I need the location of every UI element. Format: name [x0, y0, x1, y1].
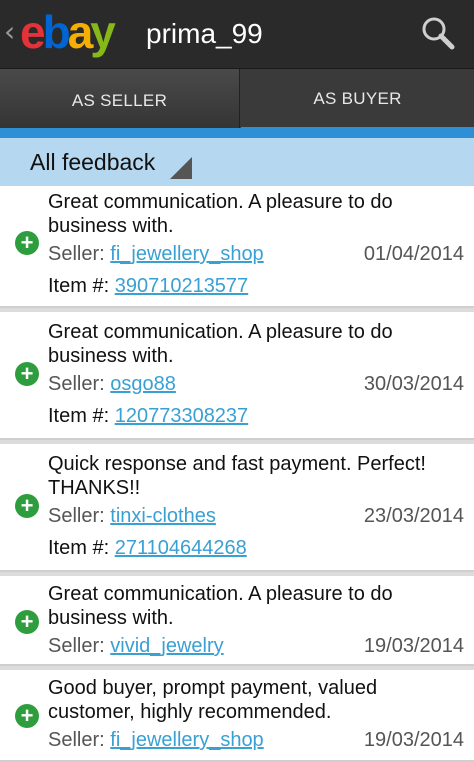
seller-label: Seller: [48, 505, 105, 527]
feedback-item[interactable]: + Great communication. A pleasure to do … [0, 312, 474, 440]
account-username: prima_99 [146, 18, 263, 49]
seller-row: Seller: fi_jewellery_shop [48, 242, 264, 266]
action-bar: ‹ ebay prima_99 [0, 0, 474, 68]
seller-link[interactable]: vivid_jewelry [110, 635, 223, 657]
seller-link[interactable]: fi_jewellery_shop [110, 729, 263, 751]
filter-selected-value: All feedback [30, 149, 156, 175]
feedback-date: 19/03/2014 [363, 635, 464, 657]
feedback-comment: Good buyer, prompt payment, valued custo… [48, 677, 378, 723]
item-row: Item #: 390710213577 [48, 274, 248, 298]
seller-link[interactable]: osgo88 [110, 373, 176, 395]
positive-feedback-icon: + [15, 494, 39, 518]
feedback-tabs: AS SELLER AS BUYER [0, 68, 474, 137]
feedback-comment: Great communication. A pleasure to do bu… [48, 321, 393, 367]
feedback-date: 01/04/2014 [363, 243, 464, 265]
seller-link[interactable]: fi_jewellery_shop [110, 243, 263, 265]
seller-row: Seller: vivid_jewelry [48, 634, 224, 658]
positive-feedback-icon: + [15, 231, 39, 255]
feedback-date: 19/03/2014 [363, 729, 464, 751]
item-number-link[interactable]: 271104644268 [115, 537, 247, 559]
item-label: Item #: [48, 537, 110, 559]
seller-row: Seller: osgo88 [48, 372, 176, 396]
item-number-link[interactable]: 120773308237 [115, 405, 248, 427]
item-label: Item #: [48, 405, 110, 427]
feedback-item[interactable]: + Quick response and fast payment. Perfe… [0, 444, 474, 572]
feedback-item[interactable]: + Great communication. A pleasure to do … [0, 186, 474, 308]
seller-row: Seller: tinxi-clothes [48, 504, 216, 528]
dropdown-corner-icon [170, 157, 192, 179]
ebay-logo[interactable]: ebay [20, 6, 136, 58]
search-icon[interactable] [418, 14, 458, 54]
seller-label: Seller: [48, 635, 105, 657]
seller-label: Seller: [48, 373, 105, 395]
feedback-date: 30/03/2014 [363, 373, 464, 395]
positive-feedback-icon: + [15, 610, 39, 634]
positive-feedback-icon: + [15, 362, 39, 386]
seller-row: Seller: fi_jewellery_shop [48, 728, 264, 752]
feedback-comment: Great communication. A pleasure to do bu… [48, 583, 393, 629]
feedback-filter-dropdown[interactable]: All feedback [0, 138, 474, 186]
tab-strip-divider [0, 128, 474, 138]
feedback-item[interactable]: + Great communication. A pleasure to do … [0, 576, 474, 666]
tab-as-seller[interactable]: AS SELLER [0, 69, 240, 133]
feedback-comment: Great communication. A pleasure to do bu… [48, 191, 393, 237]
seller-link[interactable]: tinxi-clothes [110, 505, 216, 527]
feedback-date: 23/03/2014 [363, 505, 464, 527]
item-number-link[interactable]: 390710213577 [115, 275, 248, 297]
positive-feedback-icon: + [15, 704, 39, 728]
tab-as-buyer[interactable]: AS BUYER [241, 69, 474, 129]
feedback-item[interactable]: + Good buyer, prompt payment, valued cus… [0, 670, 474, 762]
seller-label: Seller: [48, 243, 105, 265]
back-chevron-icon[interactable]: ‹ [4, 18, 15, 46]
feedback-comment: Quick response and fast payment. Perfect… [48, 453, 426, 499]
svg-text:ebay: ebay [20, 6, 116, 58]
item-row: Item #: 271104644268 [48, 536, 247, 560]
item-row: Item #: 120773308237 [48, 404, 248, 428]
item-label: Item #: [48, 275, 110, 297]
seller-label: Seller: [48, 729, 105, 751]
